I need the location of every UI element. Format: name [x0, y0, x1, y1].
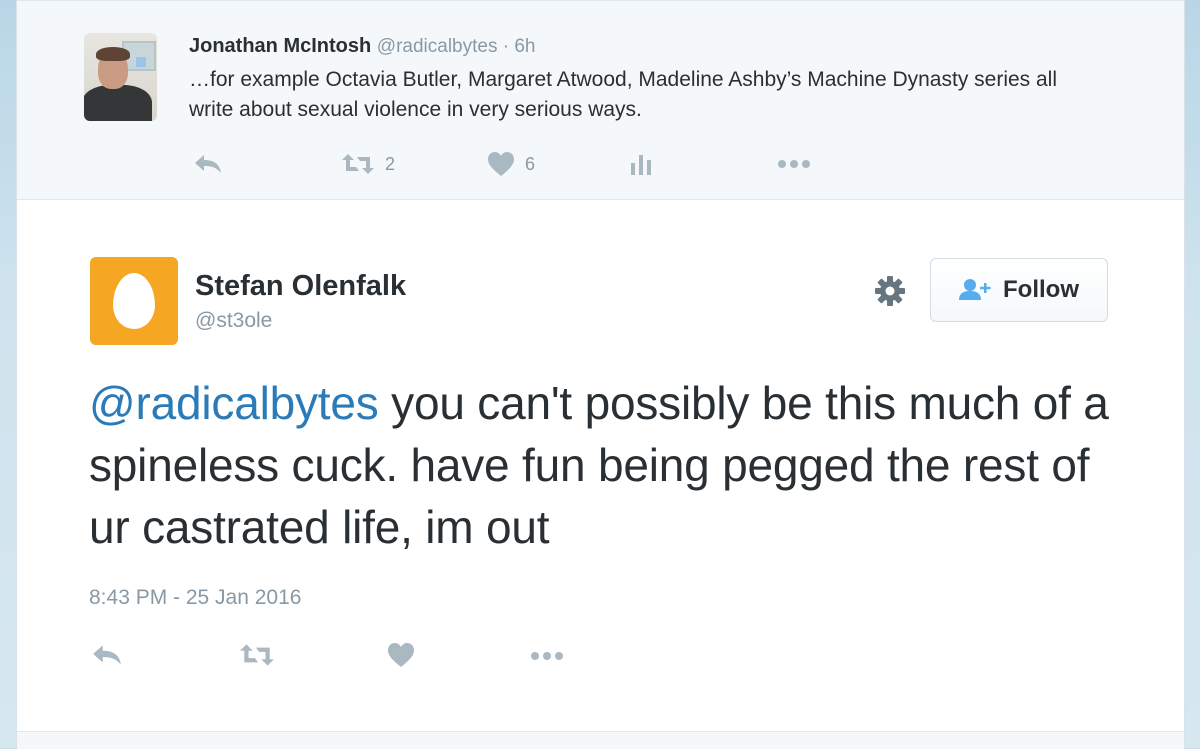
more-icon — [530, 648, 564, 666]
retweet-count: 2 — [385, 153, 396, 174]
reply-icon — [193, 153, 223, 175]
reply-button[interactable] — [91, 642, 123, 672]
analytics-icon — [630, 153, 652, 175]
follow-label: Follow — [1003, 276, 1079, 303]
reply-box-edge — [17, 731, 1184, 749]
mention-link[interactable]: @radicalbytes — [89, 377, 379, 429]
like-button[interactable] — [387, 642, 415, 672]
tweet-text: …for example Octavia Butler, Margaret At… — [189, 68, 1058, 121]
separator: · — [497, 36, 515, 57]
more-icon — [777, 159, 811, 169]
add-user-icon — [959, 278, 993, 302]
author-handle[interactable]: @radicalbytes — [377, 36, 498, 57]
avatar[interactable] — [84, 33, 157, 121]
tweet-time[interactable]: 6h — [514, 36, 535, 57]
retweet-button[interactable]: 2 — [341, 151, 395, 177]
retweet-button[interactable] — [239, 642, 275, 672]
parent-tweet[interactable]: Jonathan McIntosh @radicalbytes · 6h …fo… — [17, 0, 1184, 200]
follow-button[interactable]: Follow — [930, 258, 1108, 322]
author-name[interactable]: Stefan Olenfalk — [195, 270, 406, 303]
reply-icon — [91, 643, 123, 672]
retweet-icon — [341, 152, 375, 176]
author-name[interactable]: Jonathan McIntosh — [189, 35, 371, 57]
analytics-button[interactable] — [630, 151, 652, 177]
gear-icon[interactable] — [873, 274, 907, 308]
like-button[interactable]: 6 — [487, 151, 535, 177]
reply-button[interactable] — [193, 151, 223, 177]
parent-tweet-header: Jonathan McIntosh @radicalbytes · 6h — [189, 35, 536, 58]
tweet-text: @radicalbytes you can't possibly be this… — [89, 372, 1129, 558]
heart-icon — [387, 642, 415, 673]
author-handle[interactable]: @st3ole — [195, 309, 272, 333]
more-button[interactable] — [777, 151, 811, 177]
egg-avatar-icon — [113, 273, 155, 329]
tweet-timestamp[interactable]: 8:43 PM - 25 Jan 2016 — [89, 586, 301, 610]
retweet-icon — [239, 642, 275, 673]
heart-icon — [487, 151, 515, 177]
tweet-permalink-card: Jonathan McIntosh @radicalbytes · 6h …fo… — [16, 0, 1185, 749]
like-count: 6 — [525, 153, 536, 174]
more-button[interactable] — [530, 642, 564, 672]
avatar[interactable] — [90, 257, 178, 345]
